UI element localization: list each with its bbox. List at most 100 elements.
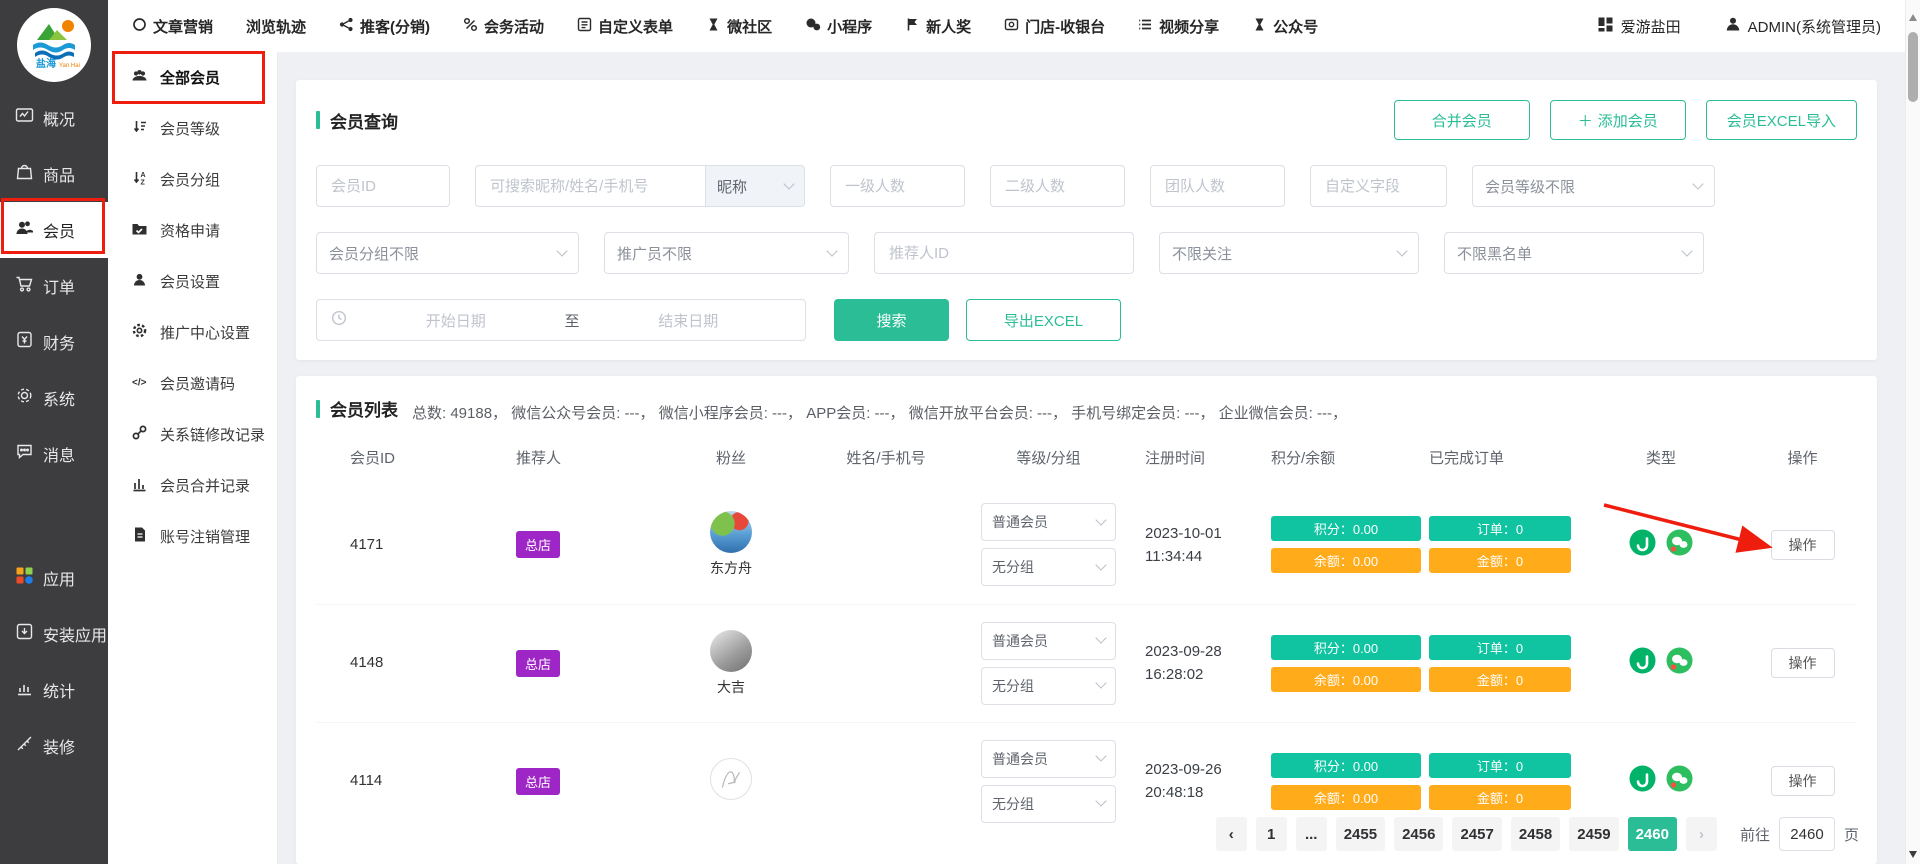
vertical-scrollbar[interactable] [1905,0,1920,864]
scrollbar-thumb[interactable] [1908,32,1918,102]
nav-item-custom-forms[interactable]: 自定义表单 [577,16,673,37]
submenu-item-member-levels[interactable]: 会员等级 [108,103,277,154]
pagination-page-button[interactable]: 2457 [1452,817,1501,851]
member-group-select[interactable]: 会员分组不限 [316,232,579,274]
pagination-page-button[interactable]: 2458 [1511,817,1560,851]
sidebar-item-install-apps[interactable]: 安装应用 [0,606,108,662]
scroll-down-arrow-icon[interactable] [1909,851,1917,858]
member-id-input[interactable] [316,165,450,207]
sidebar-item-decorate[interactable]: 装修 [0,718,108,774]
sidebar-item-statistics[interactable]: 统计 [0,662,108,718]
mini-program-icon [1629,647,1656,679]
submenu-item-qualification[interactable]: 资格申请 [108,205,277,256]
pagination-next-button[interactable]: › [1686,817,1717,851]
sidebar-item-members[interactable]: 会员 [0,202,108,258]
submenu-item-all-members[interactable]: 全部会员 [108,52,277,103]
submenu-item-account-cancellation[interactable]: 账号注销管理 [108,511,277,562]
sidebar-item-goods[interactable]: 商品 [0,146,108,202]
sidebar-item-system[interactable]: 系统 [0,370,108,426]
sidebar-item-apps[interactable]: 应用 [0,550,108,606]
search-button[interactable]: 搜索 [834,299,949,341]
register-time: 2023-09-2816:28:02 [1145,640,1261,686]
excel-import-button[interactable]: 会员EXCEL导入 [1706,100,1857,140]
row-action-button[interactable]: 操作 [1771,766,1835,796]
pagination-page-button[interactable]: 1 [1256,817,1287,851]
avatar[interactable] [710,511,752,553]
submenu-item-member-settings[interactable]: 会员设置 [108,256,277,307]
export-excel-button[interactable]: 导出EXCEL [966,299,1121,341]
nav-item-micro-community[interactable]: 微社区 [706,16,772,37]
team-count-input[interactable] [1150,165,1285,207]
pagination-page-button-active[interactable]: 2460 [1628,817,1677,851]
member-level-select[interactable]: 会员等级不限 [1472,165,1715,207]
points-badge: 积分：0.00 [1271,635,1421,660]
gear-icon [131,322,148,343]
column-header-action: 操作 [1751,447,1854,468]
pagination: ‹ 1 ... 2455 2456 2457 2458 2459 2460 › … [1190,812,1859,856]
level-select[interactable]: 普通会员 [981,622,1116,660]
sidebar-item-overview[interactable]: 概况 [0,90,108,146]
nav-item-conference[interactable]: 会务活动 [463,16,544,37]
nav-item-distribution[interactable]: 推客(分销) [339,16,430,37]
pagination-page-button[interactable]: 2456 [1394,817,1443,851]
referrer-badge: 总店 [516,650,560,677]
submenu-item-invite-code[interactable]: </> 会员邀请码 [108,358,277,409]
workspace-switcher[interactable]: 爱游盐田 [1597,16,1681,37]
submenu-item-promotion-settings[interactable]: 推广中心设置 [108,307,277,358]
row-action-button[interactable]: 操作 [1771,530,1835,560]
level1-count-input[interactable] [830,165,965,207]
dashboard-icon [15,106,34,130]
chevron-down-icon [783,178,794,189]
avatar[interactable] [710,630,752,672]
nav-item-browse-track[interactable]: 浏览轨迹 [246,16,306,37]
sidebar-item-messages[interactable]: 消息 [0,426,108,482]
group-select[interactable]: 无分组 [981,667,1116,705]
start-date-placeholder: 开始日期 [353,310,559,331]
nav-item-newcomer-award[interactable]: 新人奖 [905,16,971,37]
pagination-page-button[interactable]: 2455 [1336,817,1385,851]
level2-count-input[interactable] [990,165,1125,207]
pagination-prev-button[interactable]: ‹ [1216,817,1247,851]
follow-filter-select[interactable]: 不限关注 [1159,232,1419,274]
keyword-type-select[interactable]: 昵称 [705,165,805,207]
orders-icon [15,274,34,298]
column-header-points-balance: 积分/余额 [1261,447,1421,468]
nav-item-official-account[interactable]: 公众号 [1252,16,1318,37]
submenu-item-label: 会员合并记录 [160,475,250,496]
nav-item-store-cashier[interactable]: 门店-收银台 [1004,16,1105,37]
chevron-down-icon [1095,677,1106,688]
promoter-select[interactable]: 推广员不限 [604,232,849,274]
nav-item-article-marketing[interactable]: 文章营销 [132,16,213,37]
sidebar-item-orders[interactable]: 订单 [0,258,108,314]
avatar[interactable] [710,758,752,800]
date-range-picker[interactable]: 开始日期 至 结束日期 [316,299,806,341]
nav-item-label: 微社区 [727,16,772,37]
goto-page-input[interactable] [1779,817,1835,851]
sidebar-item-finance[interactable]: 财务 [0,314,108,370]
level-select[interactable]: 普通会员 [981,503,1116,541]
level-select[interactable]: 普通会员 [981,740,1116,778]
pagination-page-button[interactable]: 2459 [1569,817,1618,851]
row-action-button[interactable]: 操作 [1771,648,1835,678]
group-select[interactable]: 无分组 [981,548,1116,586]
user-menu[interactable]: ADMIN(系统管理员) [1725,16,1881,37]
submenu-item-merge-log[interactable]: 会员合并记录 [108,460,277,511]
add-member-button[interactable]: ＋添加会员 [1550,100,1686,140]
keyword-input[interactable] [475,165,705,207]
fan-name: 大吉 [717,677,745,697]
submenu-item-member-groups[interactable]: AZ 会员分组 [108,154,277,205]
nav-item-video-share[interactable]: 视频分享 [1138,16,1219,37]
svg-text:盐海: 盐海 [36,57,56,70]
custom-field-input[interactable] [1310,165,1447,207]
column-header-type: 类型 [1571,447,1751,468]
title-accent-bar [316,111,320,129]
referrer-id-input[interactable] [874,232,1134,274]
group-select[interactable]: 无分组 [981,785,1116,823]
nav-item-mini-program[interactable]: 小程序 [805,16,872,37]
blacklist-filter-select[interactable]: 不限黑名单 [1444,232,1704,274]
pagination-ellipsis[interactable]: ... [1296,817,1327,851]
submenu-item-relation-log[interactable]: 关系链修改记录 [108,409,277,460]
merge-members-button[interactable]: 合并会员 [1394,100,1530,140]
nav-item-label: 自定义表单 [598,16,673,37]
scroll-up-arrow-icon[interactable] [1909,14,1917,21]
